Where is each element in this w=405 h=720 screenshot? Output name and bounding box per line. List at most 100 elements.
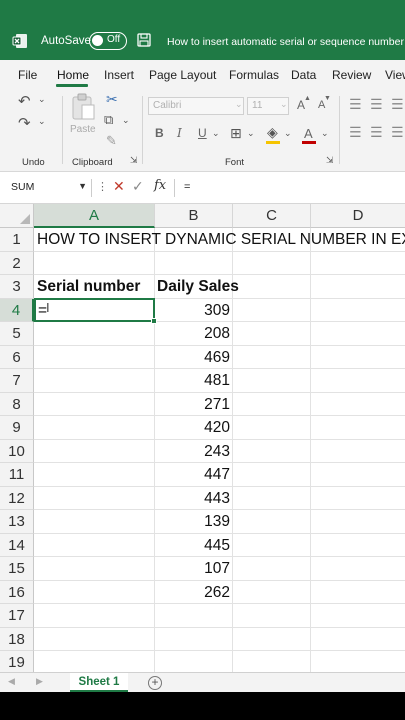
formula-input[interactable]: =: [184, 181, 190, 193]
font-launcher-icon[interactable]: ⇲: [326, 155, 334, 166]
column-header-a[interactable]: A: [34, 204, 155, 228]
cancel-entry-icon[interactable]: ✕: [113, 178, 125, 195]
name-box-dropdown-icon[interactable]: ▼: [78, 181, 87, 191]
row-header-9[interactable]: 9: [0, 416, 34, 440]
cell-b5[interactable]: 208: [155, 325, 230, 343]
cell-b4[interactable]: 309: [155, 302, 230, 320]
undo-icon[interactable]: ↶: [18, 92, 31, 110]
font-name-box[interactable]: Calibri: [148, 97, 244, 115]
tab-view[interactable]: View: [385, 68, 405, 82]
cell-b9[interactable]: 420: [155, 419, 230, 437]
row-header-12[interactable]: 12: [0, 486, 34, 510]
cell-b3[interactable]: Daily Sales: [157, 278, 239, 296]
clipboard-launcher-icon[interactable]: ⇲: [130, 155, 138, 166]
tab-file[interactable]: File: [18, 68, 37, 82]
underline-dropdown-icon[interactable]: ⌄: [212, 128, 220, 139]
grid-line: [34, 532, 405, 534]
align-middle-icon[interactable]: ☰: [370, 96, 383, 113]
align-center-icon[interactable]: ☰: [370, 124, 383, 141]
copy-icon[interactable]: ⧉: [104, 112, 113, 128]
row-header-17[interactable]: 17: [0, 604, 34, 628]
row-header-14[interactable]: 14: [0, 533, 34, 557]
cell-b14[interactable]: 445: [155, 537, 230, 555]
cell-b6[interactable]: 469: [155, 349, 230, 367]
save-icon[interactable]: [137, 33, 151, 47]
redo-icon[interactable]: ↷: [18, 114, 31, 132]
prev-sheet-icon[interactable]: ◀: [8, 676, 15, 687]
row-header-3[interactable]: 3: [0, 275, 34, 299]
insert-function-button[interactable]: fx: [154, 178, 166, 193]
next-sheet-icon[interactable]: ▶: [36, 676, 43, 687]
row-header-16[interactable]: 16: [0, 580, 34, 604]
tab-page-layout[interactable]: Page Layout: [149, 68, 216, 82]
paste-icon[interactable]: [70, 93, 96, 121]
confirm-entry-icon[interactable]: ✓: [132, 178, 144, 195]
row-header-4[interactable]: 4: [0, 298, 34, 322]
cell-b15[interactable]: 107: [155, 560, 230, 578]
name-box[interactable]: SUM ▼: [6, 179, 92, 197]
row-header-5[interactable]: 5: [0, 322, 34, 346]
underline-button[interactable]: U: [198, 126, 207, 140]
active-tab-indicator: [56, 84, 88, 87]
row-header-8[interactable]: 8: [0, 392, 34, 416]
row-header-11[interactable]: 11: [0, 463, 34, 487]
cell-b10[interactable]: 243: [155, 443, 230, 461]
align-bottom-icon[interactable]: ☰: [391, 96, 404, 113]
cell-b13[interactable]: 139: [155, 513, 230, 531]
font-color-swatch: [302, 141, 316, 144]
bold-button[interactable]: B: [155, 126, 164, 140]
align-left-icon[interactable]: ☰: [349, 124, 362, 141]
select-all-button[interactable]: [0, 204, 34, 228]
tab-data[interactable]: Data: [291, 68, 316, 82]
row-header-19[interactable]: 19: [0, 651, 34, 672]
row-header-1[interactable]: 1: [0, 228, 34, 252]
redo-dropdown-icon[interactable]: ⌄: [38, 116, 46, 127]
fill-color-icon[interactable]: ◈: [267, 124, 278, 141]
row-header-7[interactable]: 7: [0, 369, 34, 393]
borders-dropdown-icon[interactable]: ⌄: [247, 128, 255, 139]
tab-formulas[interactable]: Formulas: [229, 68, 279, 82]
column-header-d[interactable]: D: [311, 204, 405, 228]
grid-line: [34, 509, 405, 510]
grid-line: [34, 626, 405, 628]
format-painter-icon[interactable]: ✎: [106, 133, 117, 149]
font-size-dropdown-icon[interactable]: ⌄: [280, 99, 288, 110]
cell-b12[interactable]: 443: [155, 490, 230, 508]
row-header-13[interactable]: 13: [0, 510, 34, 534]
spreadsheet-grid[interactable]: A B C D 1 2 3 4 5 6 7 8 9 10 11 12 13 14 15 16 17 18 19 HO…: [0, 204, 405, 672]
row-header-6[interactable]: 6: [0, 345, 34, 369]
column-header-b[interactable]: B: [155, 204, 233, 228]
tab-insert[interactable]: Insert: [104, 68, 134, 82]
font-name-dropdown-icon[interactable]: ⌄: [235, 99, 243, 110]
row-header-18[interactable]: 18: [0, 627, 34, 651]
undo-dropdown-icon[interactable]: ⌄: [38, 94, 46, 105]
copy-dropdown-icon[interactable]: ⌄: [122, 115, 130, 126]
cell-b8[interactable]: 271: [155, 396, 230, 414]
fill-handle[interactable]: [151, 318, 157, 324]
grid-line: [34, 344, 405, 346]
italic-button[interactable]: I: [177, 126, 182, 140]
cell-b11[interactable]: 447: [155, 466, 230, 484]
row-header-2[interactable]: 2: [0, 251, 34, 275]
align-top-icon[interactable]: ☰: [349, 96, 362, 113]
sheet-tab-1[interactable]: Sheet 1: [70, 673, 128, 692]
tab-home[interactable]: Home: [57, 68, 89, 82]
cut-icon[interactable]: ✂: [106, 91, 118, 108]
tab-review[interactable]: Review: [332, 68, 371, 82]
align-right-icon[interactable]: ☰: [391, 124, 404, 141]
cell-a3[interactable]: Serial number: [37, 278, 140, 296]
fill-color-dropdown-icon[interactable]: ⌄: [284, 128, 292, 139]
cell-b16[interactable]: 262: [155, 584, 230, 602]
row-header-15[interactable]: 15: [0, 557, 34, 581]
row-header-10[interactable]: 10: [0, 439, 34, 463]
add-sheet-button[interactable]: +: [148, 676, 162, 690]
autosave-toggle[interactable]: Off: [89, 32, 127, 50]
cell-a1[interactable]: HOW TO INSERT DYNAMIC SERIAL NUMBER IN E…: [37, 231, 405, 249]
active-cell[interactable]: [34, 298, 157, 324]
borders-icon[interactable]: ⊞: [230, 125, 242, 142]
more-options-icon[interactable]: ⋮: [97, 180, 108, 193]
cell-b7[interactable]: 481: [155, 372, 230, 390]
font-color-dropdown-icon[interactable]: ⌄: [321, 128, 329, 139]
column-header-c[interactable]: C: [233, 204, 311, 228]
font-color-button[interactable]: A: [304, 126, 313, 141]
